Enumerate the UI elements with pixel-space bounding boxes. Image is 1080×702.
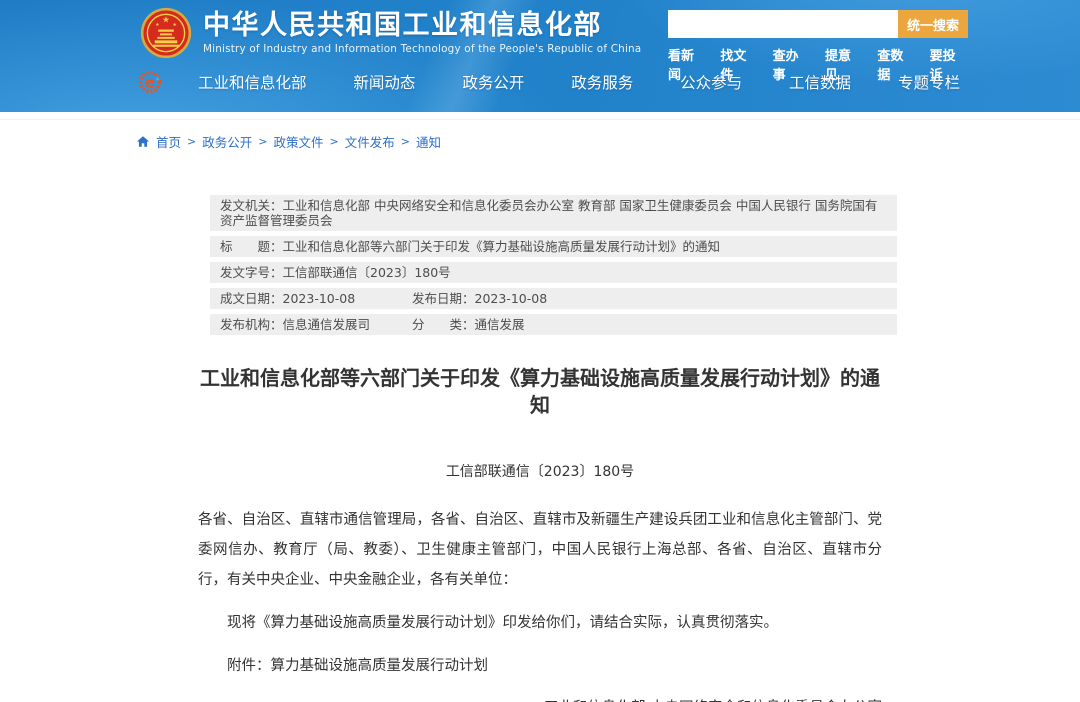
meta-value: 工业和信息化部 中央网络安全和信息化委员会办公室 教育部 国家卫生健康委员会 中… <box>220 198 878 228</box>
meta-label: 分 类： <box>411 317 475 332</box>
header-divider <box>0 112 1080 120</box>
nav-item-services[interactable]: 政务服务 <box>571 71 633 93</box>
paragraph-attachment: 附件：算力基础设施高质量发展行动计划 <box>227 658 488 674</box>
search-input[interactable] <box>668 10 898 38</box>
document-meta-table: 发文机关：工业和信息化部 中央网络安全和信息化委员会办公室 教育部 国家卫生健康… <box>210 195 897 335</box>
breadcrumb-file-release[interactable]: 文件发布 <box>345 132 395 151</box>
meta-row-publisher-category: 发布机构：信息通信发展司 分 类：通信发展 <box>210 314 897 335</box>
document-body: 工业和信息化部等六部门关于印发《算力基础设施高质量发展行动计划》的通知 工信部联… <box>198 365 882 702</box>
meta-label: 标 题： <box>220 239 283 254</box>
nav-item-data[interactable]: 工信数据 <box>789 71 851 93</box>
home-icon <box>136 135 150 148</box>
svg-text:★: ★ <box>155 22 159 28</box>
meta-row-issuing-agency: 发文机关：工业和信息化部 中央网络安全和信息化委员会办公室 教育部 国家卫生健康… <box>210 195 897 231</box>
breadcrumb-separator: > <box>187 135 197 148</box>
breadcrumb-separator: > <box>400 135 410 148</box>
meta-value: 通信发展 <box>474 317 525 332</box>
meta-label: 发文字号： <box>220 265 283 280</box>
breadcrumb-notice[interactable]: 通知 <box>416 132 441 151</box>
document-text: 各省、自治区、直辖市通信管理局，各省、自治区、直辖市及新疆生产建设兵团工业和信息… <box>198 505 882 681</box>
nav-item-news[interactable]: 新闻动态 <box>353 71 415 93</box>
svg-text:★: ★ <box>173 22 177 28</box>
nav-item-miit[interactable]: 工业和信息化部 <box>198 71 307 93</box>
breadcrumb-separator: > <box>258 135 268 148</box>
main-nav: e 工业和信息化部 新闻动态 政务公开 政务服务 公众参与 工信数据 专题专栏 <box>138 70 960 94</box>
breadcrumb-disclosure[interactable]: 政务公开 <box>202 132 252 151</box>
meta-row-doc-number: 发文字号：工信部联通信〔2023〕180号 <box>210 262 897 283</box>
svg-text:e: e <box>145 74 155 92</box>
site-title: 中华人民共和国工业和信息化部 <box>203 10 602 41</box>
paragraph-addressees: 各省、自治区、直辖市通信管理局，各省、自治区、直辖市及新疆生产建设兵团工业和信息… <box>198 512 882 588</box>
meta-row-dates: 成文日期：2023-10-08 发布日期：2023-10-08 <box>210 288 897 309</box>
document-title: 工业和信息化部等六部门关于印发《算力基础设施高质量发展行动计划》的通知 <box>200 366 880 417</box>
svg-text:★: ★ <box>162 16 170 26</box>
paragraph-main: 现将《算力基础设施高质量发展行动计划》印发给你们，请结合实际，认真贯彻落实。 <box>227 615 778 631</box>
document-number: 工信部联通信〔2023〕180号 <box>445 464 635 480</box>
breadcrumb-separator: > <box>329 135 339 148</box>
meta-value: 信息通信发展司 <box>282 317 371 332</box>
header-branding: ★ ★ ★ 中华人民共和国工业和信息化部 Ministry of Industr… <box>140 7 641 59</box>
meta-value: 2023-10-08 <box>282 291 356 306</box>
breadcrumb-policy-files[interactable]: 政策文件 <box>273 132 323 151</box>
nav-item-disclosure[interactable]: 政务公开 <box>462 71 524 93</box>
breadcrumb-home[interactable]: 首页 <box>156 132 181 151</box>
meta-row-title: 标 题：工业和信息化部等六部门关于印发《算力基础设施高质量发展行动计划》的通知 <box>210 236 897 257</box>
signature-line: 工业和信息化部 中央网络安全和信息化委员会办公室 <box>198 697 882 702</box>
signature-block: 工业和信息化部 中央网络安全和信息化委员会办公室 教育部 国家卫生健康委员会 中… <box>198 697 882 702</box>
meta-label: 成文日期： <box>220 291 283 306</box>
site-header: ★ ★ ★ 中华人民共和国工业和信息化部 Ministry of Industr… <box>0 0 1080 112</box>
meta-label: 发布日期： <box>411 291 475 306</box>
nav-item-topics[interactable]: 专题专栏 <box>898 71 960 93</box>
nav-item-participation[interactable]: 公众参与 <box>680 71 742 93</box>
meta-value: 2023-10-08 <box>474 291 548 306</box>
meta-value: 工业和信息化部等六部门关于印发《算力基础设施高质量发展行动计划》的通知 <box>282 239 721 254</box>
breadcrumb: 首页 > 政务公开 > 政策文件 > 文件发布 > 通知 <box>136 132 1080 151</box>
search-button[interactable]: 统一搜索 <box>898 10 968 38</box>
miit-e-gear-logo-icon: e <box>138 70 162 94</box>
site-title-english: Ministry of Industry and Information Tec… <box>203 43 642 55</box>
national-emblem-icon: ★ ★ ★ <box>140 7 192 59</box>
meta-label: 发文机关： <box>220 198 283 213</box>
meta-value: 工信部联通信〔2023〕180号 <box>282 265 451 280</box>
meta-label: 发布机构： <box>220 317 283 332</box>
